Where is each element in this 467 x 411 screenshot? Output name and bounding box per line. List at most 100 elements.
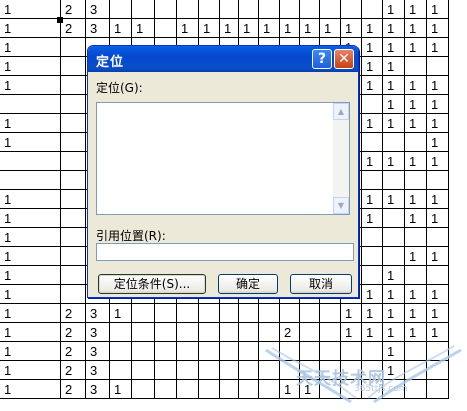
cell[interactable] [132, 323, 155, 342]
cell[interactable]: 1 [259, 19, 280, 38]
cell[interactable]: 1 [383, 304, 405, 323]
cell[interactable] [155, 323, 177, 342]
cell[interactable] [61, 76, 86, 95]
cell[interactable]: 1 [405, 285, 427, 304]
cell[interactable]: 1 [0, 114, 61, 133]
cell[interactable] [405, 266, 427, 285]
goto-list[interactable]: ▲ ▼ [96, 102, 350, 215]
cell[interactable]: 1 [405, 152, 427, 171]
cell[interactable]: 1 [177, 19, 199, 38]
cell[interactable] [0, 152, 61, 171]
cell[interactable]: 1 [427, 304, 449, 323]
cell[interactable]: 1 [383, 0, 405, 19]
cell[interactable]: 1 [405, 190, 427, 209]
cell[interactable]: 1 [383, 95, 405, 114]
cell[interactable]: 2 [61, 342, 86, 361]
cell[interactable] [220, 304, 239, 323]
cell[interactable]: 1 [362, 304, 383, 323]
cell[interactable]: 1 [132, 19, 155, 38]
cell[interactable] [362, 266, 383, 285]
cell[interactable] [177, 323, 199, 342]
cell[interactable] [259, 0, 280, 19]
cell[interactable] [199, 342, 220, 361]
cell[interactable]: 1 [110, 380, 132, 399]
cell[interactable] [61, 114, 86, 133]
cell[interactable]: 1 [405, 0, 427, 19]
cell[interactable] [427, 57, 449, 76]
cell[interactable] [383, 171, 405, 190]
cell[interactable]: 1 [383, 285, 405, 304]
cell[interactable] [362, 171, 383, 190]
cell[interactable]: 1 [0, 57, 61, 76]
cell[interactable]: 1 [0, 342, 61, 361]
cell[interactable] [383, 133, 405, 152]
cell[interactable] [61, 171, 86, 190]
cell[interactable] [383, 209, 405, 228]
cell[interactable] [259, 304, 280, 323]
cell[interactable]: 1 [362, 19, 383, 38]
cell[interactable]: 3 [86, 304, 110, 323]
cell[interactable]: 1 [405, 209, 427, 228]
cell[interactable]: 1 [405, 95, 427, 114]
cell[interactable]: 1 [0, 304, 61, 323]
cell[interactable] [362, 247, 383, 266]
cell[interactable] [199, 361, 220, 380]
cell[interactable] [362, 228, 383, 247]
cell[interactable]: 1 [362, 209, 383, 228]
cell[interactable]: 1 [427, 0, 449, 19]
cell[interactable] [362, 95, 383, 114]
cell[interactable] [132, 380, 155, 399]
cell[interactable]: 1 [110, 19, 132, 38]
cell[interactable]: 1 [0, 228, 61, 247]
cell[interactable]: 1 [427, 247, 449, 266]
cell[interactable] [132, 0, 155, 19]
cell[interactable]: 1 [405, 19, 427, 38]
cell[interactable]: 1 [405, 76, 427, 95]
cell[interactable]: 2 [61, 361, 86, 380]
cell[interactable] [427, 171, 449, 190]
cell[interactable] [61, 95, 86, 114]
cell[interactable]: 1 [427, 209, 449, 228]
cell[interactable] [300, 0, 320, 19]
scroll-up-button[interactable]: ▲ [333, 103, 349, 120]
cell[interactable] [61, 152, 86, 171]
cell[interactable] [362, 133, 383, 152]
cell[interactable]: 1 [427, 38, 449, 57]
cell[interactable]: 1 [0, 209, 61, 228]
cell[interactable] [405, 57, 427, 76]
cell[interactable]: 1 [383, 266, 405, 285]
cell[interactable]: 1 [362, 152, 383, 171]
cell[interactable] [220, 361, 239, 380]
cell[interactable]: 1 [280, 19, 300, 38]
cell[interactable]: 2 [61, 0, 86, 19]
cell[interactable] [61, 57, 86, 76]
cell[interactable]: 1 [341, 19, 362, 38]
cell[interactable] [199, 380, 220, 399]
cell[interactable]: 1 [0, 323, 61, 342]
cell[interactable]: 1 [383, 19, 405, 38]
cell[interactable] [300, 304, 320, 323]
cell[interactable] [220, 323, 239, 342]
cell[interactable] [110, 0, 132, 19]
cell[interactable] [177, 304, 199, 323]
cell[interactable]: 1 [220, 19, 239, 38]
cell[interactable] [61, 38, 86, 57]
cell[interactable]: 3 [86, 361, 110, 380]
cell[interactable]: 1 [427, 114, 449, 133]
cell[interactable] [110, 342, 132, 361]
cell[interactable] [177, 0, 199, 19]
cell[interactable]: 1 [427, 133, 449, 152]
cell[interactable] [280, 0, 300, 19]
cell[interactable]: 1 [383, 152, 405, 171]
help-button[interactable]: ? [312, 49, 332, 69]
cell[interactable]: 1 [0, 19, 61, 38]
cell[interactable]: 1 [427, 152, 449, 171]
cell[interactable]: 1 [0, 38, 61, 57]
cell[interactable] [155, 19, 177, 38]
cell[interactable] [61, 285, 86, 304]
cell[interactable] [110, 323, 132, 342]
cell[interactable] [0, 95, 61, 114]
cell[interactable] [405, 171, 427, 190]
goto-list-scrollbar[interactable]: ▲ ▼ [333, 103, 349, 214]
cell[interactable] [155, 0, 177, 19]
